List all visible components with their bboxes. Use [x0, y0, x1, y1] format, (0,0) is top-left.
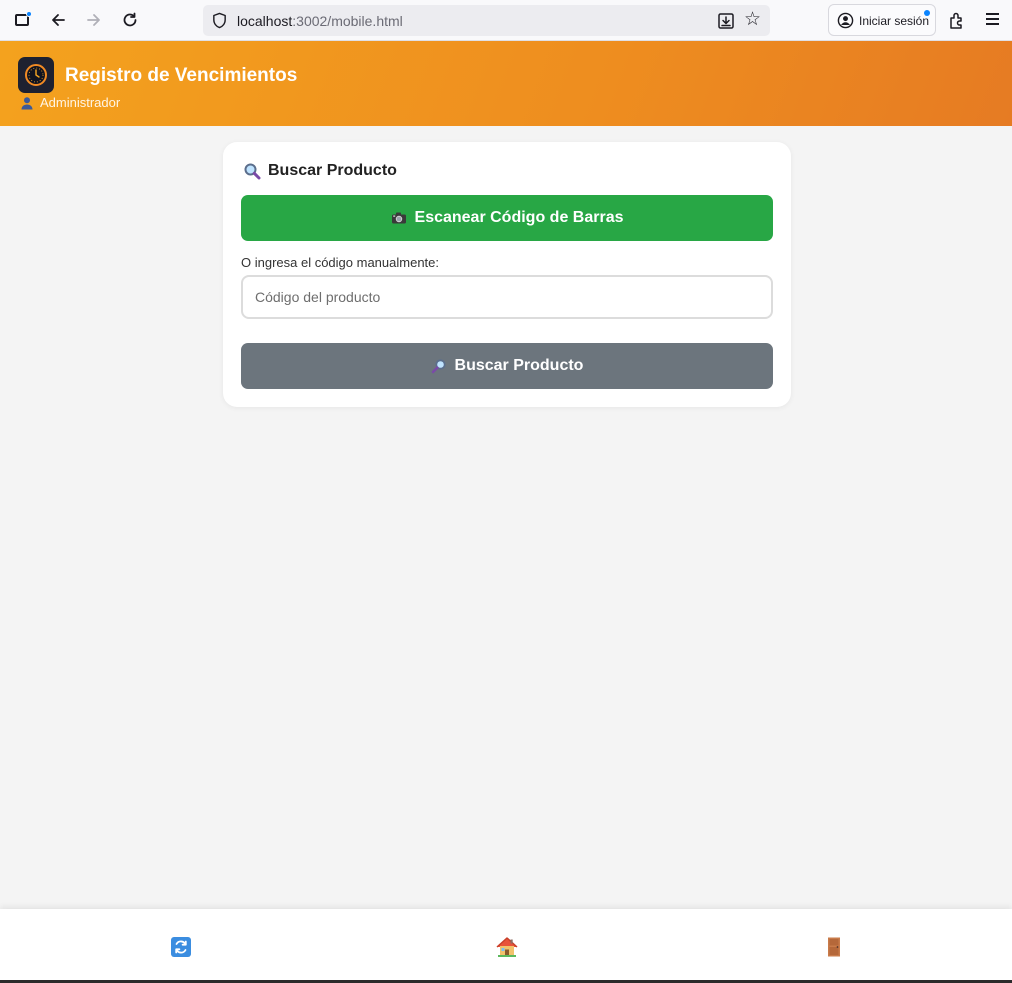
home-button[interactable] [495, 935, 519, 959]
search-card: Buscar Producto Escanear Código de Barra… [223, 142, 791, 407]
tab-overview-icon[interactable] [10, 8, 34, 32]
product-code-input[interactable] [241, 275, 773, 319]
logout-button[interactable] [822, 935, 846, 959]
refresh-icon [171, 937, 191, 957]
clock-logo-icon [18, 57, 54, 93]
shield-icon[interactable] [211, 12, 228, 29]
address-bar[interactable]: localhost:3002/mobile.html ☆ [203, 5, 770, 36]
signin-label: Iniciar sesión [859, 14, 930, 28]
user-icon [21, 96, 33, 109]
search-product-button[interactable]: Buscar Producto [241, 343, 773, 389]
home-icon [496, 937, 518, 957]
save-page-icon[interactable] [716, 11, 736, 31]
card-title-text: Buscar Producto [268, 162, 397, 179]
reload-icon[interactable] [118, 8, 142, 32]
scan-barcode-button[interactable]: Escanear Código de Barras [241, 195, 773, 241]
extensions-icon[interactable] [946, 9, 968, 31]
url-text[interactable]: localhost:3002/mobile.html [237, 13, 403, 29]
back-arrow-icon[interactable] [46, 8, 70, 32]
user-name: Administrador [40, 95, 121, 110]
hamburger-menu-icon[interactable] [982, 10, 1002, 30]
scan-barcode-label: Escanear Código de Barras [414, 209, 624, 226]
manual-code-label: O ingresa el código manualmente: [241, 255, 440, 270]
notification-dot [924, 10, 930, 16]
forward-arrow-icon[interactable] [82, 8, 106, 32]
search-product-label: Buscar Producto [454, 357, 584, 374]
magnifier-right-icon [431, 359, 446, 374]
app-header: Registro de Vencimientos Administrador [0, 41, 1012, 126]
bottom-nav [0, 909, 1012, 980]
door-icon [828, 937, 840, 957]
camera-icon [391, 212, 406, 224]
magnifier-icon [244, 163, 261, 180]
user-info: Administrador [20, 95, 120, 110]
card-title: Buscar Producto [243, 162, 397, 180]
url-host: localhost [237, 13, 293, 29]
account-icon [837, 12, 854, 29]
bookmark-star-icon[interactable]: ☆ [744, 9, 761, 31]
url-path: :3002/mobile.html [292, 13, 403, 29]
refresh-button[interactable] [169, 935, 193, 959]
app-title: Registro de Vencimientos [65, 65, 298, 86]
signin-button[interactable]: Iniciar sesión [828, 4, 936, 36]
browser-toolbar: localhost:3002/mobile.html ☆ Iniciar ses… [0, 0, 1012, 41]
